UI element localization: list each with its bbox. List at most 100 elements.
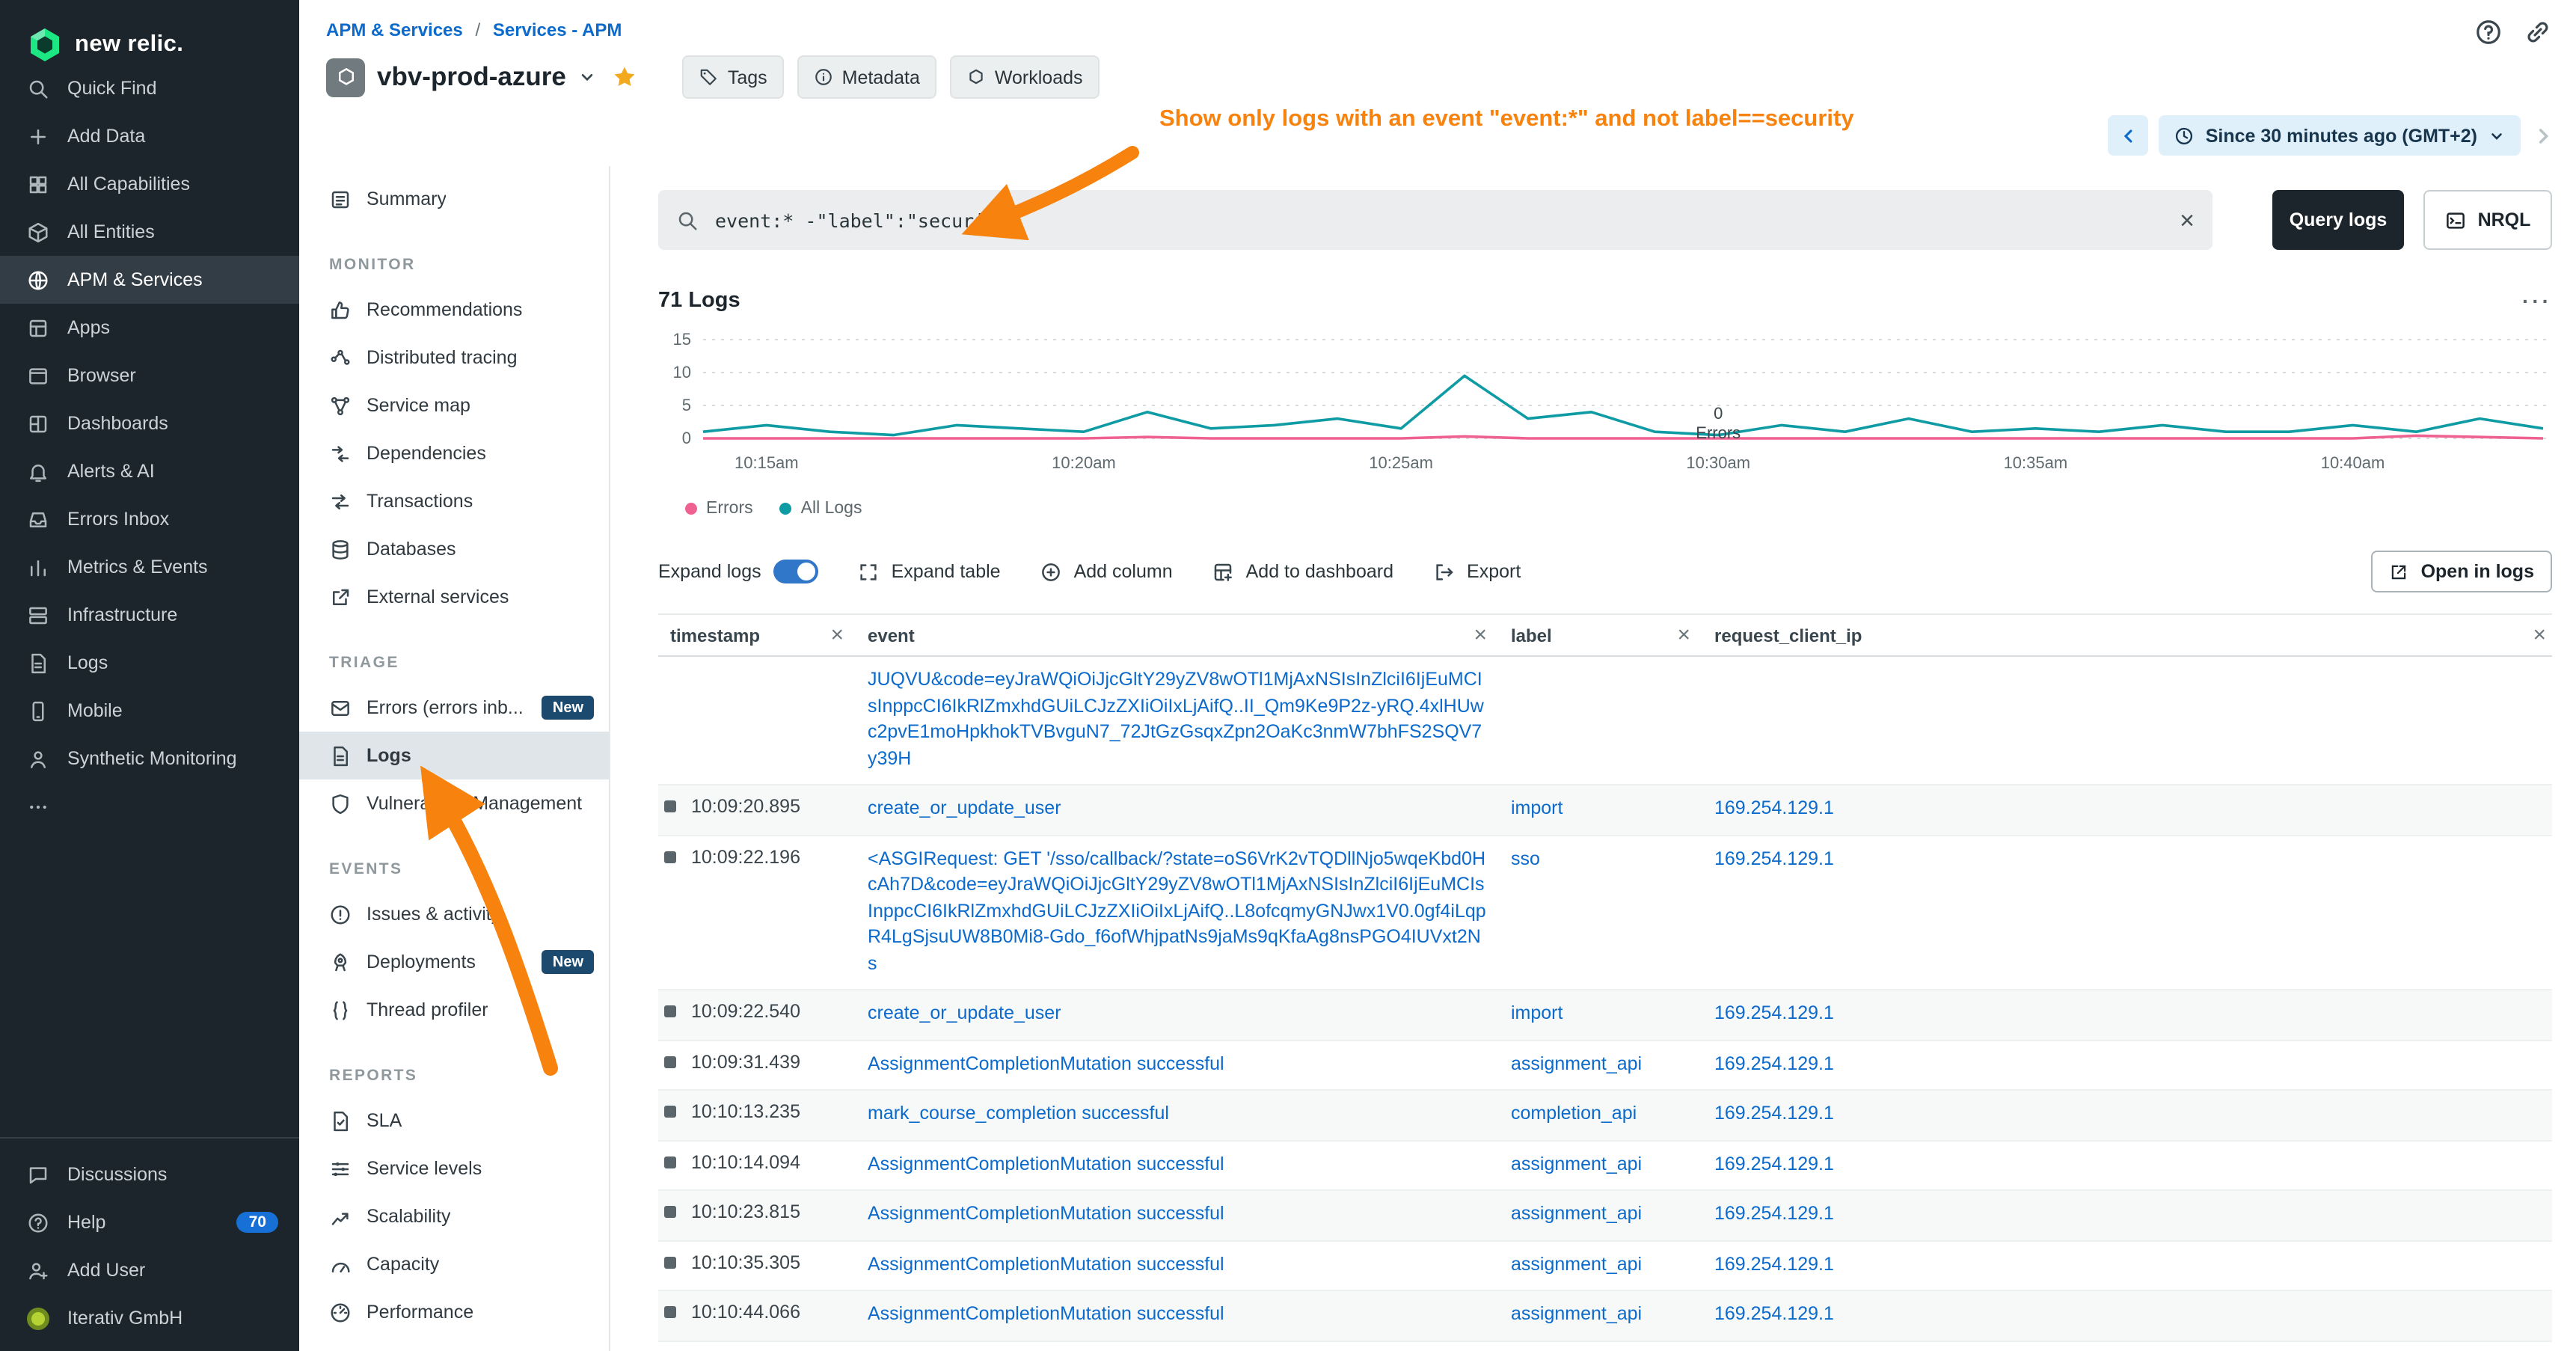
log-row[interactable]: 10:10:35.305AssignmentCompletionMutation…: [658, 1241, 2552, 1291]
more-options-icon[interactable]: ···: [2522, 289, 2552, 313]
sidebar-item-apps[interactable]: Apps: [0, 304, 299, 352]
log-event-link[interactable]: AssignmentCompletionMutation successful: [868, 1201, 1487, 1228]
log-ip-link[interactable]: 169.254.129.1: [1714, 1252, 2546, 1278]
log-label-link[interactable]: assignment_api: [1511, 1302, 1690, 1328]
entity-nav-sla[interactable]: SLA: [299, 1097, 609, 1145]
log-event-link[interactable]: AssignmentCompletionMutation successful: [868, 1151, 1487, 1177]
log-ip-link[interactable]: 169.254.129.1: [1714, 1151, 2546, 1177]
entity-nav-scalability[interactable]: Scalability: [299, 1192, 609, 1240]
log-row[interactable]: 10:10:14.094AssignmentCompletionMutation…: [658, 1141, 2552, 1191]
log-event-link[interactable]: create_or_update_user: [868, 1001, 1487, 1027]
log-row[interactable]: 10:10:44.066AssignmentCompletionMutation…: [658, 1291, 2552, 1341]
entity-nav-distributed-tracing[interactable]: Distributed tracing: [299, 334, 609, 382]
sidebar-item-all-capabilities[interactable]: All Capabilities: [0, 160, 299, 208]
export-button[interactable]: Export: [1432, 560, 1521, 583]
sidebar-item-quick-find[interactable]: Quick Find: [0, 64, 299, 112]
log-ip-link[interactable]: 169.254.129.1: [1714, 796, 2546, 822]
legend-item-errors[interactable]: Errors: [685, 500, 753, 518]
log-row[interactable]: 10:09:22.196<ASGIRequest: GET '/sso/call…: [658, 836, 2552, 990]
entity-nav-transactions[interactable]: Transactions: [299, 477, 609, 525]
sidebar-item-all-entities[interactable]: All Entities: [0, 208, 299, 256]
nrql-button[interactable]: NRQL: [2423, 190, 2552, 250]
remove-column-event-icon[interactable]: ×: [1473, 624, 1487, 646]
log-row[interactable]: 10:09:20.895create_or_update_userimport1…: [658, 785, 2552, 836]
favorite-star-icon[interactable]: [613, 64, 638, 90]
entity-nav-dependencies[interactable]: Dependencies: [299, 429, 609, 477]
sidebar-item-add-data[interactable]: Add Data: [0, 112, 299, 160]
log-row[interactable]: 10:09:31.439AssignmentCompletionMutation…: [658, 1041, 2552, 1091]
log-ip-link[interactable]: 169.254.129.1: [1714, 1051, 2546, 1077]
remove-column-request-client-ip-icon[interactable]: ×: [2533, 624, 2546, 646]
log-label-link[interactable]: sso: [1511, 846, 1690, 872]
workloads-chip[interactable]: Workloads: [950, 55, 1100, 99]
entity-nav-external-services[interactable]: External services: [299, 573, 609, 621]
log-label-link[interactable]: import: [1511, 1001, 1690, 1027]
sidebar-item-browser[interactable]: Browser: [0, 352, 299, 399]
log-event-link[interactable]: AssignmentCompletionMutation successful: [868, 1302, 1487, 1328]
log-ip-link[interactable]: 169.254.129.1: [1714, 1302, 2546, 1328]
entity-nav-databases[interactable]: Databases: [299, 525, 609, 573]
new-relic-logo[interactable]: new relic.: [0, 0, 299, 64]
sidebar-item-infrastructure[interactable]: Infrastructure: [0, 591, 299, 639]
sidebar-item-alerts-ai[interactable]: Alerts & AI: [0, 447, 299, 495]
sidebar-item-logs[interactable]: Logs: [0, 639, 299, 687]
expand-table-button[interactable]: Expand table: [857, 560, 1001, 583]
remove-column-label-icon[interactable]: ×: [1677, 624, 1690, 646]
open-in-logs-button[interactable]: Open in logs: [2372, 551, 2552, 592]
entity-nav-vulnerability-management[interactable]: Vulnerability Management: [299, 779, 609, 827]
breadcrumb-services-apm[interactable]: Services - APM: [493, 19, 622, 40]
entity-nav-deployments[interactable]: DeploymentsNew: [299, 938, 609, 986]
log-query-input[interactable]: [712, 207, 2180, 233]
entity-nav-service-levels[interactable]: Service levels: [299, 1145, 609, 1192]
column-header-label[interactable]: label×: [1511, 624, 1714, 646]
log-label-link[interactable]: assignment_api: [1511, 1201, 1690, 1228]
log-event-link[interactable]: create_or_update_user: [868, 796, 1487, 822]
clear-query-icon[interactable]: ×: [2180, 207, 2195, 233]
sidebar-item-metrics-events[interactable]: Metrics & Events: [0, 543, 299, 591]
add-to-dashboard-button[interactable]: Add to dashboard: [1212, 560, 1393, 583]
log-label-link[interactable]: assignment_api: [1511, 1151, 1690, 1177]
entity-nav-capacity[interactable]: Capacity: [299, 1240, 609, 1288]
log-ip-link[interactable]: 169.254.129.1: [1714, 1201, 2546, 1228]
copy-link-icon[interactable]: [2524, 18, 2552, 46]
tags-chip[interactable]: Tags: [683, 55, 784, 99]
expand-logs-toggle[interactable]: [773, 560, 818, 583]
log-ip-link[interactable]: 169.254.129.1: [1714, 846, 2546, 872]
entity-nav-issues-activity[interactable]: Issues & activity: [299, 890, 609, 938]
sidebar-item-errors-inbox[interactable]: Errors Inbox: [0, 495, 299, 543]
log-event-link[interactable]: <ASGIRequest: GET '/sso/callback/?state=…: [868, 846, 1487, 977]
entity-nav-recommendations[interactable]: Recommendations: [299, 286, 609, 334]
time-back-button[interactable]: [2109, 115, 2149, 156]
log-row[interactable]: 10:10:49.051mark_course_completion succe…: [658, 1341, 2552, 1351]
log-row[interactable]: JUQVU&code=eyJraWQiOiJjcGltY29yZV8wOTl1M…: [658, 657, 2552, 785]
log-row[interactable]: 10:09:22.540create_or_update_userimport1…: [658, 990, 2552, 1041]
sidebar-item-iterativ-gmbh[interactable]: Iterativ GmbH: [0, 1294, 299, 1342]
log-row[interactable]: 10:10:23.815AssignmentCompletionMutation…: [658, 1191, 2552, 1241]
sidebar-item-help[interactable]: Help70: [0, 1198, 299, 1246]
remove-column-timestamp-icon[interactable]: ×: [830, 624, 844, 646]
log-event-link[interactable]: mark_course_completion successful: [868, 1101, 1487, 1127]
log-event-link[interactable]: AssignmentCompletionMutation successful: [868, 1051, 1487, 1077]
entity-nav-errors-errors-inb[interactable]: Errors (errors inb...New: [299, 684, 609, 732]
legend-item-all-logs[interactable]: All Logs: [780, 500, 862, 518]
entity-nav-summary[interactable]: Summary: [299, 175, 609, 223]
sidebar-item-synthetic-monitoring[interactable]: Synthetic Monitoring: [0, 735, 299, 782]
log-ip-link[interactable]: 169.254.129.1: [1714, 1101, 2546, 1127]
time-picker[interactable]: Since 30 minutes ago (GMT+2): [2159, 115, 2521, 156]
sidebar-item-apm-services[interactable]: APM & Services: [0, 256, 299, 304]
log-label-link[interactable]: assignment_api: [1511, 1252, 1690, 1278]
help-icon[interactable]: [2474, 18, 2503, 46]
entity-nav-service-map[interactable]: Service map: [299, 382, 609, 429]
column-header-timestamp[interactable]: timestamp×: [658, 624, 868, 646]
entity-nav-performance[interactable]: Performance: [299, 1288, 609, 1336]
sidebar-item-dashboards[interactable]: Dashboards: [0, 399, 299, 447]
time-forward-button[interactable]: [2531, 123, 2555, 147]
column-header-event[interactable]: event×: [868, 624, 1511, 646]
sidebar-item-add-user[interactable]: Add User: [0, 1246, 299, 1294]
breadcrumb-apm-services[interactable]: APM & Services: [326, 19, 463, 40]
log-event-link[interactable]: JUQVU&code=eyJraWQiOiJjcGltY29yZV8wOTl1M…: [868, 667, 1487, 772]
sidebar-item-more[interactable]: [0, 782, 299, 830]
log-label-link[interactable]: assignment_api: [1511, 1051, 1690, 1077]
metadata-chip[interactable]: Metadata: [797, 55, 936, 99]
entity-dropdown-chevron-icon[interactable]: [578, 67, 598, 87]
